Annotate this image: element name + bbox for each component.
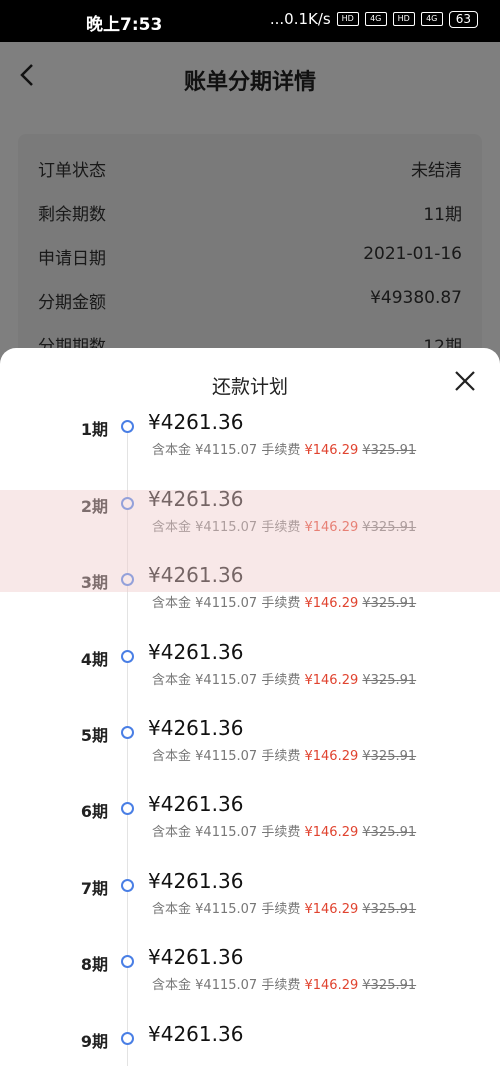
plan-item: 5期 ¥4261.36 含本金 ¥4115.07 手续费 ¥146.29 ¥32… <box>0 716 500 794</box>
detail: 含本金 ¥4115.07 手续费 ¥146.29 ¥325.91 <box>152 821 416 840</box>
amount: ¥4261.36 <box>148 945 244 969</box>
plan-item: 6期 ¥4261.36 含本金 ¥4115.07 手续费 ¥146.29 ¥32… <box>0 792 500 870</box>
plan-item: 1期 ¥4261.36 含本金 ¥4115.07 手续费 ¥146.29 ¥32… <box>0 410 500 488</box>
fee: ¥146.29 <box>304 596 359 611</box>
timeline-dot <box>121 1032 134 1045</box>
principal-label: 含本金 <box>152 902 192 917</box>
timeline-dot <box>121 879 134 892</box>
principal: ¥4115.07 <box>195 825 258 840</box>
amount: ¥4261.36 <box>148 792 244 816</box>
fee-label: 手续费 <box>261 443 301 458</box>
principal: ¥4115.07 <box>195 673 258 688</box>
amount: ¥4261.36 <box>148 640 244 664</box>
principal-label: 含本金 <box>152 673 192 688</box>
period-label: 4期 <box>80 650 108 669</box>
principal-label: 含本金 <box>152 825 192 840</box>
principal-label: 含本金 <box>152 978 192 993</box>
principal-label: 含本金 <box>152 749 192 764</box>
principal: ¥4115.07 <box>195 443 258 458</box>
close-button[interactable] <box>452 368 478 394</box>
period-label: 5期 <box>80 726 108 745</box>
old-fee: ¥325.91 <box>362 978 417 993</box>
principal: ¥4115.07 <box>195 978 258 993</box>
render-artifact-band <box>0 490 500 592</box>
period-label: 9期 <box>80 1032 108 1051</box>
hd-icon-2: HD <box>392 12 415 26</box>
amount: ¥4261.36 <box>148 716 244 740</box>
principal: ¥4115.07 <box>195 749 258 764</box>
principal-label: 含本金 <box>152 596 192 611</box>
detail: 含本金 ¥4115.07 手续费 ¥146.29 ¥325.91 <box>152 898 416 917</box>
old-fee: ¥325.91 <box>362 902 417 917</box>
old-fee: ¥325.91 <box>362 596 417 611</box>
fee-label: 手续费 <box>261 825 301 840</box>
repayment-plan-sheet: 还款计划 1期 ¥4261.36 含本金 ¥4115.07 手续费 ¥146.2… <box>0 348 500 1083</box>
timeline-dot <box>121 955 134 968</box>
timeline-dot <box>121 650 134 663</box>
plan-item: 8期 ¥4261.36 含本金 ¥4115.07 手续费 ¥146.29 ¥32… <box>0 945 500 1023</box>
fee-label: 手续费 <box>261 673 301 688</box>
timeline-dot <box>121 726 134 739</box>
fee: ¥146.29 <box>304 443 359 458</box>
amount: ¥4261.36 <box>148 410 244 434</box>
detail: 含本金 ¥4115.07 手续费 ¥146.29 ¥325.91 <box>152 745 416 764</box>
period-label: 1期 <box>80 420 108 439</box>
fee-label: 手续费 <box>261 749 301 764</box>
signal-icon-2: 4G <box>420 12 443 26</box>
plan-item: 9期 ¥4261.36 <box>0 1022 500 1083</box>
principal: ¥4115.07 <box>195 596 258 611</box>
status-time: 晚上7:53 <box>86 15 163 35</box>
old-fee: ¥325.91 <box>362 673 417 688</box>
fee: ¥146.29 <box>304 902 359 917</box>
old-fee: ¥325.91 <box>362 749 417 764</box>
timeline-dot <box>121 420 134 433</box>
signal-icon: 4G <box>364 12 387 26</box>
close-icon <box>455 371 475 391</box>
status-right: ...0.1K/s HD 4G HD 4G 63 <box>270 10 478 28</box>
hd-icon: HD <box>336 12 359 26</box>
period-label: 8期 <box>80 955 108 974</box>
detail: 含本金 ¥4115.07 手续费 ¥146.29 ¥325.91 <box>152 669 416 688</box>
principal-label: 含本金 <box>152 443 192 458</box>
plan-item: 7期 ¥4261.36 含本金 ¥4115.07 手续费 ¥146.29 ¥32… <box>0 869 500 947</box>
net-speed: ...0.1K/s <box>269 10 331 28</box>
fee: ¥146.29 <box>304 749 359 764</box>
detail: 含本金 ¥4115.07 手续费 ¥146.29 ¥325.91 <box>152 974 416 993</box>
battery-icon: 63 <box>448 10 478 28</box>
status-bar: 晚上7:53 ...0.1K/s HD 4G HD 4G 63 <box>0 0 500 42</box>
fee-label: 手续费 <box>261 978 301 993</box>
fee-label: 手续费 <box>261 902 301 917</box>
timeline-dot <box>121 802 134 815</box>
period-label: 6期 <box>80 802 108 821</box>
fee-label: 手续费 <box>261 596 301 611</box>
old-fee: ¥325.91 <box>362 825 417 840</box>
principal: ¥4115.07 <box>195 902 258 917</box>
fee: ¥146.29 <box>304 978 359 993</box>
old-fee: ¥325.91 <box>362 443 417 458</box>
detail: 含本金 ¥4115.07 手续费 ¥146.29 ¥325.91 <box>152 439 416 458</box>
fee: ¥146.29 <box>304 673 359 688</box>
detail: 含本金 ¥4115.07 手续费 ¥146.29 ¥325.91 <box>152 592 416 611</box>
sheet-title: 还款计划 <box>211 376 288 398</box>
amount: ¥4261.36 <box>148 869 244 893</box>
amount: ¥4261.36 <box>148 1022 244 1046</box>
fee: ¥146.29 <box>304 825 359 840</box>
plan-item: 4期 ¥4261.36 含本金 ¥4115.07 手续费 ¥146.29 ¥32… <box>0 640 500 718</box>
period-label: 7期 <box>80 879 108 898</box>
